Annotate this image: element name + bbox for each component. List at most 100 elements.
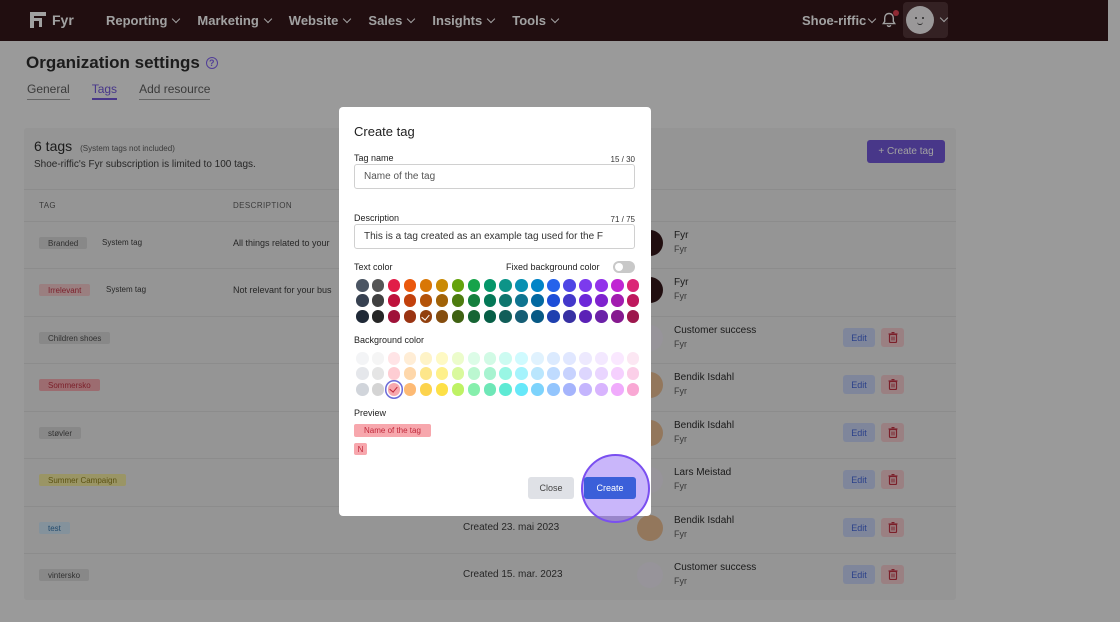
color-swatch[interactable] [499,367,512,380]
color-swatch[interactable] [547,294,560,307]
color-swatch[interactable] [595,294,608,307]
color-swatch[interactable] [547,310,560,323]
create-button[interactable]: Create [584,477,636,499]
color-swatch[interactable] [435,383,449,396]
color-swatch[interactable] [499,279,512,292]
color-swatch[interactable] [435,294,449,307]
color-swatch[interactable] [499,383,512,396]
color-swatch[interactable] [451,352,465,365]
color-swatch[interactable] [483,352,496,365]
color-swatch[interactable] [483,279,496,292]
close-button[interactable]: Close [528,477,574,499]
color-swatch[interactable] [626,352,640,365]
color-swatch[interactable] [371,352,385,365]
color-swatch[interactable] [579,294,592,307]
color-swatch[interactable] [419,310,433,323]
color-swatch[interactable] [403,367,417,380]
color-swatch[interactable] [531,383,544,396]
color-swatch[interactable] [611,310,624,323]
color-swatch[interactable] [371,310,385,323]
color-swatch[interactable] [515,294,528,307]
color-swatch[interactable] [467,367,481,380]
color-swatch[interactable] [403,294,417,307]
color-swatch[interactable] [595,310,608,323]
color-swatch[interactable] [563,279,576,292]
color-swatch[interactable] [547,383,560,396]
color-swatch[interactable] [371,367,385,380]
color-swatch[interactable] [467,310,481,323]
color-swatch[interactable] [387,367,401,380]
color-swatch[interactable] [371,279,385,292]
color-swatch[interactable] [515,310,528,323]
color-swatch[interactable] [435,279,449,292]
color-swatch[interactable] [579,383,592,396]
color-swatch[interactable] [435,310,449,323]
color-swatch[interactable] [467,279,481,292]
color-swatch[interactable] [626,310,640,323]
color-swatch[interactable] [626,383,640,396]
color-swatch[interactable] [387,279,401,292]
color-swatch[interactable] [531,310,544,323]
color-swatch[interactable] [626,367,640,380]
color-swatch[interactable] [451,279,465,292]
color-swatch[interactable] [611,294,624,307]
color-swatch[interactable] [451,367,465,380]
color-swatch[interactable] [387,352,401,365]
color-swatch[interactable] [611,352,624,365]
color-swatch[interactable] [435,367,449,380]
color-swatch[interactable] [611,279,624,292]
color-swatch[interactable] [419,279,433,292]
color-swatch[interactable] [626,279,640,292]
color-swatch[interactable] [387,310,401,323]
color-swatch[interactable] [499,294,512,307]
color-swatch[interactable] [419,352,433,365]
color-swatch[interactable] [435,352,449,365]
color-swatch[interactable] [403,279,417,292]
color-swatch[interactable] [547,352,560,365]
color-swatch[interactable] [563,383,576,396]
color-swatch[interactable] [515,279,528,292]
color-swatch[interactable] [579,310,592,323]
color-swatch[interactable] [387,383,401,396]
fixed-background-toggle[interactable] [613,261,635,273]
color-swatch[interactable] [611,367,624,380]
color-swatch[interactable] [483,367,496,380]
color-swatch[interactable] [531,279,544,292]
description-input[interactable] [354,224,635,249]
color-swatch[interactable] [499,352,512,365]
color-swatch[interactable] [579,279,592,292]
color-swatch[interactable] [419,367,433,380]
color-swatch[interactable] [515,383,528,396]
color-swatch[interactable] [579,352,592,365]
color-swatch[interactable] [547,279,560,292]
color-swatch[interactable] [387,294,401,307]
color-swatch[interactable] [563,352,576,365]
color-swatch[interactable] [467,294,481,307]
color-swatch[interactable] [595,279,608,292]
color-swatch[interactable] [515,367,528,380]
color-swatch[interactable] [499,310,512,323]
color-swatch[interactable] [563,367,576,380]
color-swatch[interactable] [451,383,465,396]
color-swatch[interactable] [515,352,528,365]
color-swatch[interactable] [595,383,608,396]
color-swatch[interactable] [371,294,385,307]
color-swatch[interactable] [403,310,417,323]
color-swatch[interactable] [356,310,369,323]
color-swatch[interactable] [467,352,481,365]
color-swatch[interactable] [403,352,417,365]
color-swatch[interactable] [611,383,624,396]
color-swatch[interactable] [483,294,496,307]
color-swatch[interactable] [531,367,544,380]
color-swatch[interactable] [531,352,544,365]
color-swatch[interactable] [403,383,417,396]
color-swatch[interactable] [419,294,433,307]
color-swatch[interactable] [356,294,369,307]
color-swatch[interactable] [579,367,592,380]
color-swatch[interactable] [356,367,369,380]
color-swatch[interactable] [451,310,465,323]
color-swatch[interactable] [595,352,608,365]
color-swatch[interactable] [563,294,576,307]
color-swatch[interactable] [371,383,385,396]
color-swatch[interactable] [626,294,640,307]
